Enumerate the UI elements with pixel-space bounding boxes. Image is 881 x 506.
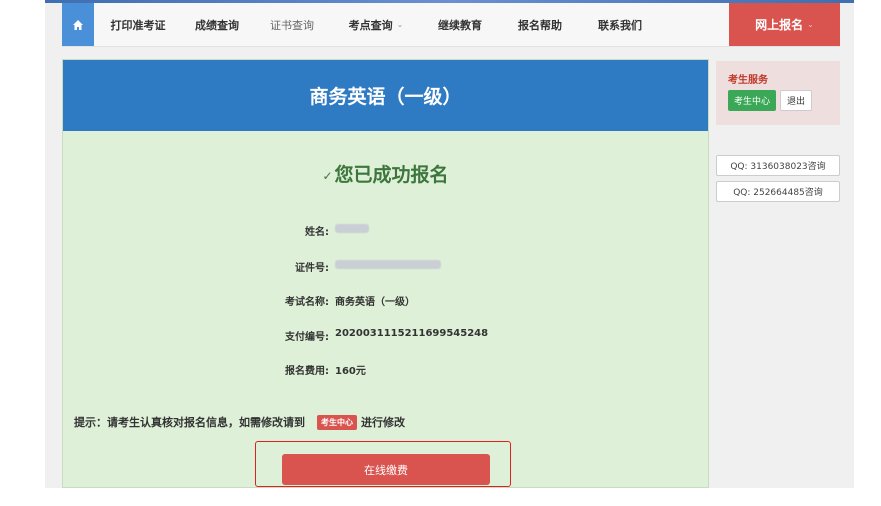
nav-certificate-query[interactable]: 证书查询 bbox=[252, 3, 332, 46]
name-label: 姓名: bbox=[305, 227, 329, 238]
tip-student-center-link[interactable]: 考生中心 bbox=[317, 414, 357, 430]
nav-exam-site-query[interactable]: 考点查询 ⌄ bbox=[332, 3, 420, 46]
payment-id-value: 202003111521169954524​8 bbox=[335, 328, 489, 339]
home-button[interactable] bbox=[62, 3, 94, 46]
home-icon bbox=[73, 19, 83, 30]
tip-suffix: 进行修改 bbox=[361, 416, 405, 429]
nav-contact-us[interactable]: 联系我们 bbox=[580, 3, 660, 46]
student-service-box: 考生服务 考生中心 退出 bbox=[716, 61, 840, 125]
fee-label: 报名费用: bbox=[285, 366, 329, 377]
nav-continuing-education[interactable]: 继续教育 bbox=[420, 3, 500, 46]
tip-message: 提示：请考生认真核对报名信息，如需修改请到 考生中心 进行修改 bbox=[74, 414, 405, 430]
payment-id-label: 支付编号: bbox=[285, 332, 329, 343]
exam-name-value: 商务英语（一级） bbox=[335, 297, 415, 308]
fee-value: 160元 bbox=[335, 366, 366, 377]
chevron-down-icon: ⌄ bbox=[396, 20, 404, 29]
qq-consult-button-1[interactable]: QQ: 3136038023咨询 bbox=[716, 155, 840, 176]
nav-online-signup[interactable]: 网上报名 ⌄ bbox=[729, 3, 840, 46]
success-text: 您已成功报名 bbox=[334, 164, 449, 186]
exam-title: 商务英语（一级） bbox=[309, 86, 462, 108]
nav-score-query[interactable]: 成绩查询 bbox=[182, 3, 252, 46]
registration-panel: 商务英语（一级） ✓ 您已成功报名 姓名: 证件号: 考试名称: 商务英语（一级）… bbox=[62, 59, 709, 488]
main-navbar: 打印准考证 成绩查询 证书查询 考点查询 ⌄ 继续教育 报名帮助 联系我们 网上报… bbox=[62, 3, 840, 47]
service-title: 考生服务 bbox=[728, 75, 768, 86]
name-value-redacted bbox=[335, 223, 369, 234]
qq-consult-button-2[interactable]: QQ: 252664485咨询 bbox=[716, 181, 840, 202]
success-message: ✓ 您已成功报名 bbox=[63, 160, 708, 187]
nav-print-admission[interactable]: 打印准考证 bbox=[94, 3, 182, 46]
chevron-down-icon: ⌄ bbox=[807, 20, 814, 29]
id-number-label: 证件号: bbox=[295, 263, 329, 274]
student-center-button[interactable]: 考生中心 bbox=[728, 90, 777, 111]
check-icon: ✓ bbox=[322, 168, 333, 183]
tip-prefix: 提示：请考生认真核对报名信息，如需修改请到 bbox=[74, 416, 305, 429]
exam-name-label: 考试名称: bbox=[285, 297, 329, 308]
logout-button[interactable]: 退出 bbox=[780, 90, 813, 111]
panel-header: 商务英语（一级） bbox=[63, 60, 708, 131]
online-pay-button[interactable]: 在线缴费 bbox=[282, 454, 490, 485]
id-number-value-redacted bbox=[335, 259, 441, 270]
service-buttons: 考生中心 退出 bbox=[728, 90, 828, 111]
nav-signup-help[interactable]: 报名帮助 bbox=[500, 3, 580, 46]
